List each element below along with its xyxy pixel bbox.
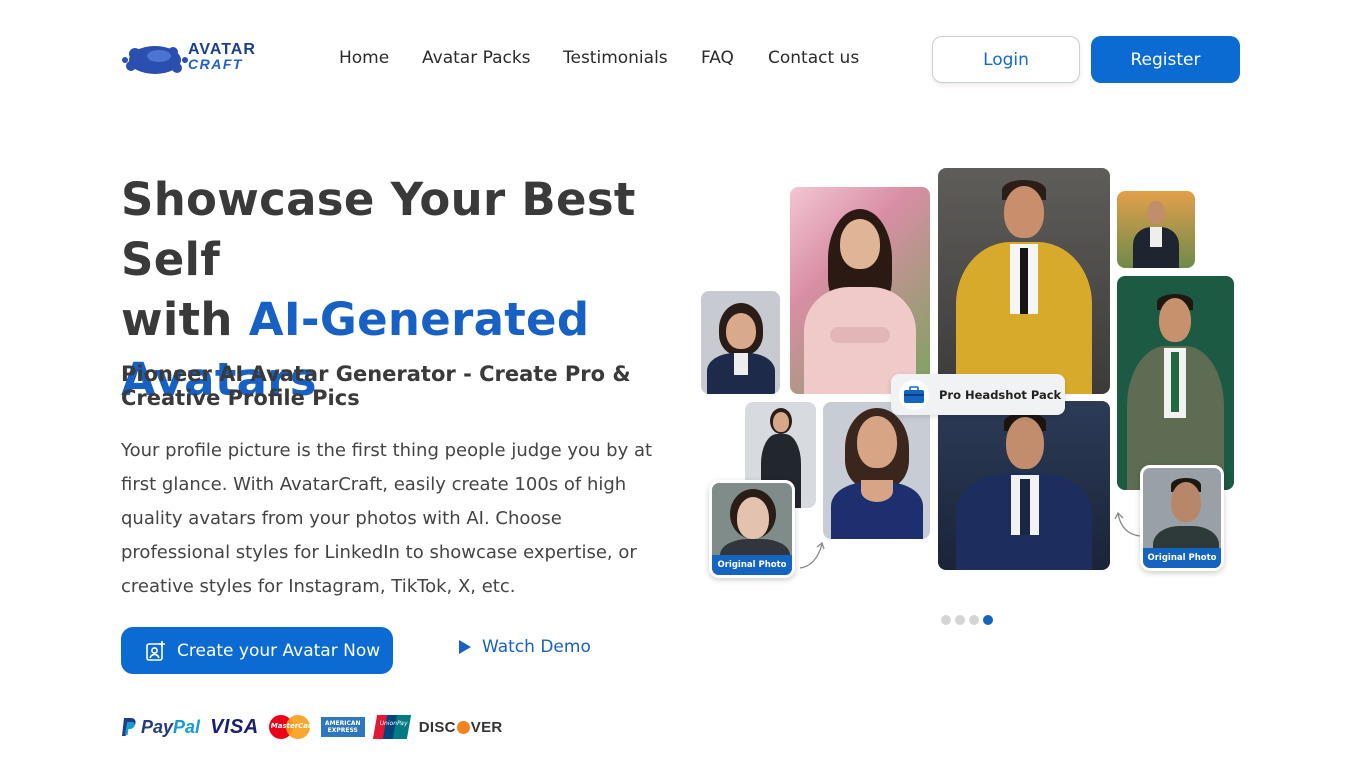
watch-demo-link[interactable]: Watch Demo	[458, 637, 591, 657]
avatar-photo-man-green-suit	[1117, 276, 1234, 490]
arrow-curve-icon	[799, 541, 825, 569]
hero-description: Your profile picture is the first thing …	[121, 440, 653, 597]
hero-subtitle: Pioneer AI Avatar Generator - Create Pro…	[121, 362, 631, 410]
carousel-dot-2[interactable]	[955, 615, 965, 625]
unionpay-text: UnionPay	[378, 720, 408, 727]
paypal-text-1: Pay	[141, 716, 174, 737]
nav-testimonials[interactable]: Testimonials	[563, 48, 668, 68]
login-button[interactable]: Login	[932, 36, 1080, 83]
discover-logo: DISC VER	[419, 719, 503, 736]
create-avatar-label: Create your Avatar Now	[177, 640, 381, 661]
avatar-photo-man-vest-small	[1117, 191, 1195, 268]
hero-title-accent-1: AI-Generated	[248, 293, 590, 346]
create-avatar-button[interactable]: Create your Avatar Now	[121, 627, 393, 674]
original-photo-right: Original Photo	[1140, 465, 1224, 571]
avatar-photo-woman-small	[701, 291, 780, 394]
original-photo-right-label: Original Photo	[1143, 548, 1221, 568]
logo-line-2: CRAFT	[188, 56, 243, 72]
discover-o-icon	[456, 720, 470, 734]
avatar-photo-man-yellow-suit	[938, 168, 1110, 394]
watch-demo-label: Watch Demo	[482, 637, 591, 657]
carousel-dot-1[interactable]	[941, 615, 951, 625]
nav-home[interactable]: Home	[339, 48, 389, 68]
carousel-dots	[941, 615, 993, 625]
logo[interactable]: AVATAR CRAFT	[121, 40, 271, 80]
amex-logo: AMERICAN EXPRESS	[320, 717, 365, 737]
briefcase-icon	[904, 385, 924, 403]
paypal-p-icon	[122, 718, 136, 736]
logo-splash-icon	[122, 46, 188, 74]
avatar-add-icon	[146, 640, 165, 661]
carousel-dot-4-active[interactable]	[983, 615, 993, 625]
mastercard-logo: MasterCard	[268, 714, 317, 740]
avatar-photo-woman-blue-dress	[823, 402, 930, 539]
hero-title-with: with	[121, 293, 249, 346]
play-icon	[459, 640, 471, 654]
visa-logo: VISA	[210, 715, 259, 738]
nav-faq[interactable]: FAQ	[701, 48, 734, 68]
payment-methods: PayPal VISA MasterCard AMERICAN EXPRESS …	[121, 714, 503, 740]
nav-avatar-packs[interactable]: Avatar Packs	[422, 48, 531, 68]
original-photo-left: Original Photo	[709, 480, 795, 578]
paypal-logo: PayPal	[121, 717, 200, 738]
logo-line-1: AVATAR	[188, 41, 256, 58]
avatar-photo-man-navy-suit	[938, 401, 1110, 570]
avatar-photo-woman-pink	[790, 187, 930, 394]
discover-text-1: DISC	[418, 718, 456, 736]
discover-text-2: VER	[470, 718, 503, 736]
pro-headshot-badge: Pro Headshot Pack	[891, 374, 1065, 415]
nav-contact-us[interactable]: Contact us	[768, 48, 859, 68]
badge-label: Pro Headshot Pack	[939, 387, 1062, 402]
arrow-curve-icon	[1114, 511, 1141, 537]
hero-title-line-1: Showcase Your Best Self	[121, 173, 636, 286]
mastercard-text: MasterCard	[270, 722, 317, 730]
original-photo-left-label: Original Photo	[712, 555, 792, 575]
register-button[interactable]: Register	[1091, 36, 1240, 83]
carousel-dot-3[interactable]	[969, 615, 979, 625]
paypal-text-2: Pal	[173, 716, 201, 737]
unionpay-logo: UnionPay	[372, 715, 411, 739]
